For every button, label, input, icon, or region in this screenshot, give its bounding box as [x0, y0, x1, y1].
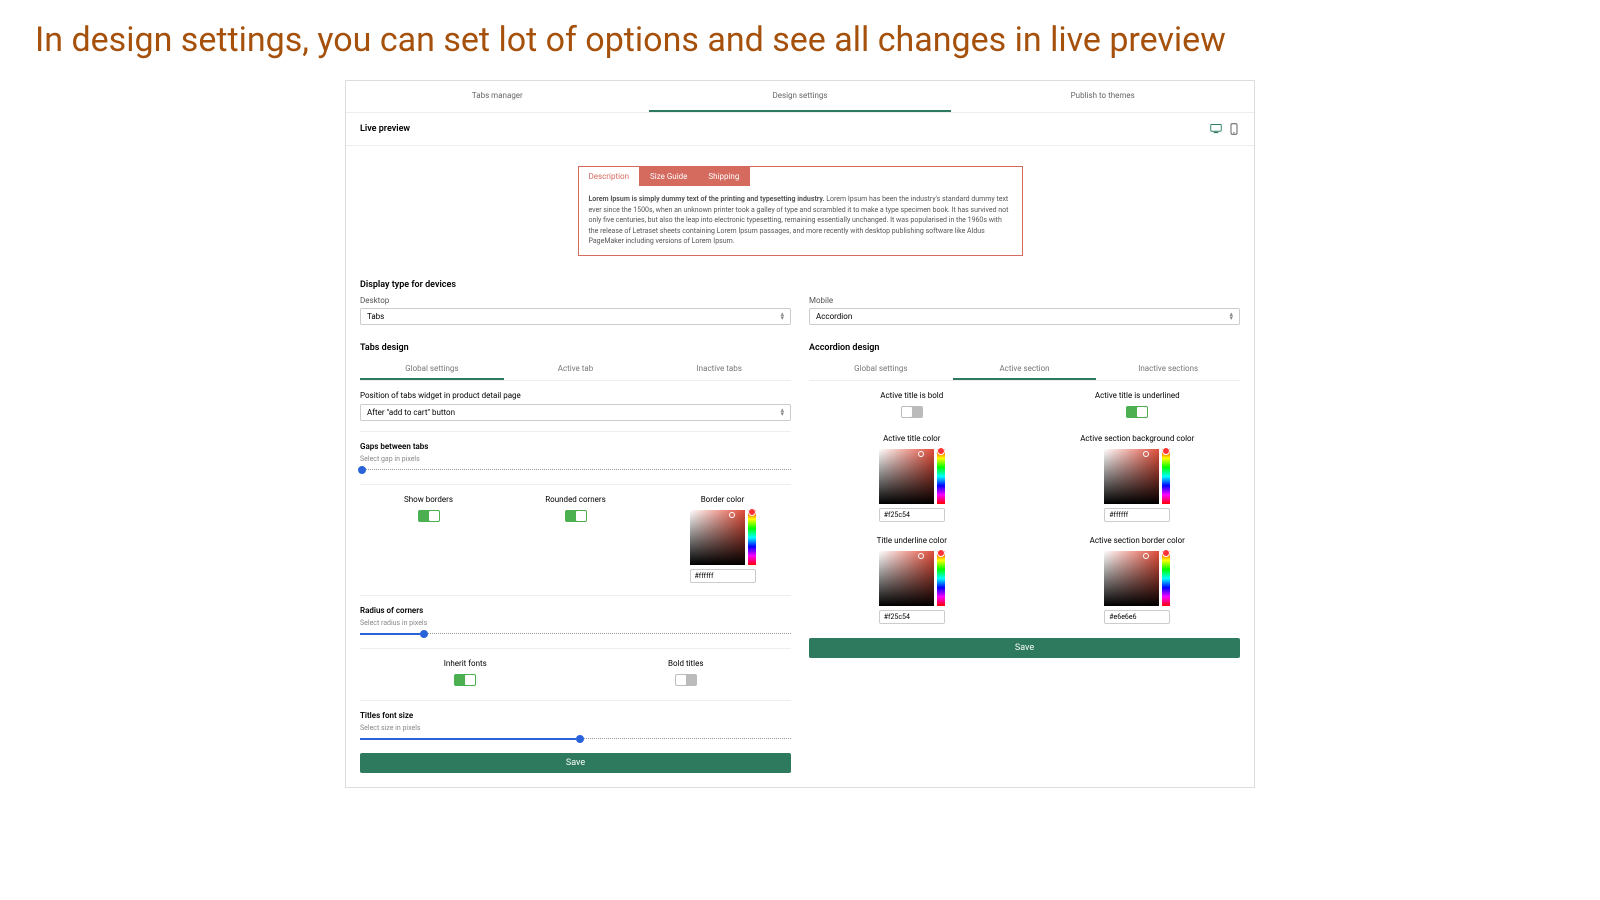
tab-design-settings[interactable]: Design settings — [649, 81, 952, 112]
position-label: Position of tabs widget in product detai… — [360, 391, 791, 400]
radius-slider[interactable] — [360, 633, 791, 634]
slider-thumb[interactable] — [420, 630, 428, 638]
font-size-slider-label: Select size in pixels — [360, 724, 791, 732]
inherit-fonts-label: Inherit fonts — [379, 659, 551, 668]
subtab-active-tab[interactable]: Active tab — [504, 359, 648, 380]
preview-content: Lorem Ipsum is simply dummy text of the … — [579, 186, 1022, 255]
gaps-slider-label: Select gap in pixels — [360, 455, 791, 463]
subtab-acc-inactive[interactable]: Inactive sections — [1096, 359, 1240, 380]
slider-thumb[interactable] — [576, 735, 584, 743]
gaps-slider[interactable] — [360, 469, 791, 470]
display-type-section: Display type for devices Desktop Tabs ▴▾… — [346, 268, 1254, 337]
underline-color-label: Title underline color — [809, 536, 1015, 545]
radius-title: Radius of corners — [360, 606, 791, 615]
font-size-title: Titles font size — [360, 711, 791, 720]
tabs-design-panel: Tabs design Global settings Active tab I… — [360, 337, 791, 773]
active-bg-label: Active section background color — [1035, 434, 1241, 443]
position-select[interactable]: After "add to cart" button ▴▾ — [360, 404, 791, 421]
preview-tab-shipping[interactable]: Shipping — [698, 167, 750, 186]
accordion-design-panel: Accordion design Global settings Active … — [809, 337, 1240, 773]
display-type-title: Display type for devices — [360, 280, 1240, 290]
show-borders-label: Show borders — [360, 495, 497, 504]
preview-box: Description Size Guide Shipping Lorem Ip… — [578, 166, 1023, 256]
live-preview-title: Live preview — [360, 124, 410, 134]
position-value: After "add to cart" button — [367, 408, 455, 417]
desktop-label: Desktop — [360, 296, 791, 305]
tabs-design-title: Tabs design — [360, 337, 791, 359]
slider-thumb[interactable] — [358, 466, 366, 474]
underline-color-input[interactable] — [879, 610, 945, 624]
app-panel: Tabs manager Design settings Publish to … — [345, 80, 1255, 788]
preview-tab-description[interactable]: Description — [579, 167, 641, 186]
preview-area: Description Size Guide Shipping Lorem Ip… — [346, 146, 1254, 268]
updown-icon: ▴▾ — [780, 312, 784, 320]
underline-color-picker[interactable] — [879, 551, 945, 624]
rounded-corners-label: Rounded corners — [507, 495, 644, 504]
active-title-color-label: Active title color — [809, 434, 1015, 443]
active-title-color-picker[interactable] — [879, 449, 945, 522]
tab-tabs-manager[interactable]: Tabs manager — [346, 81, 649, 112]
top-tabs: Tabs manager Design settings Publish to … — [346, 81, 1254, 113]
inherit-fonts-toggle[interactable] — [454, 674, 476, 686]
active-underlined-toggle[interactable] — [1126, 406, 1148, 418]
updown-icon: ▴▾ — [780, 408, 784, 416]
rounded-corners-toggle[interactable] — [565, 510, 587, 522]
save-button-right[interactable]: Save — [809, 638, 1240, 658]
desktop-select[interactable]: Tabs ▴▾ — [360, 308, 791, 325]
active-bg-picker[interactable] — [1104, 449, 1170, 522]
active-bg-input[interactable] — [1104, 508, 1170, 522]
subtab-acc-active[interactable]: Active section — [953, 359, 1097, 380]
desktop-select-value: Tabs — [367, 312, 384, 321]
font-size-slider[interactable] — [360, 738, 791, 739]
radius-slider-label: Select radius in pixels — [360, 619, 791, 627]
mobile-label: Mobile — [809, 296, 1240, 305]
tab-publish[interactable]: Publish to themes — [951, 81, 1254, 112]
active-underlined-label: Active title is underlined — [1035, 391, 1241, 400]
page-headline: In design settings, you can set lot of o… — [0, 0, 1600, 80]
save-button-left[interactable]: Save — [360, 753, 791, 773]
show-borders-toggle[interactable] — [418, 510, 440, 522]
subtab-acc-global[interactable]: Global settings — [809, 359, 953, 380]
updown-icon: ▴▾ — [1229, 312, 1233, 320]
mobile-select-value: Accordion — [816, 312, 852, 321]
active-bold-label: Active title is bold — [809, 391, 1015, 400]
active-bold-toggle[interactable] — [901, 406, 923, 418]
border-color-picker[interactable] — [690, 510, 756, 583]
bold-titles-label: Bold titles — [600, 659, 772, 668]
bold-titles-toggle[interactable] — [675, 674, 697, 686]
section-border-color-input[interactable] — [1104, 610, 1170, 624]
live-preview-header: Live preview — [346, 113, 1254, 146]
active-title-color-input[interactable] — [879, 508, 945, 522]
mobile-select[interactable]: Accordion ▴▾ — [809, 308, 1240, 325]
subtab-inactive-tabs[interactable]: Inactive tabs — [647, 359, 791, 380]
subtab-global-settings[interactable]: Global settings — [360, 359, 504, 380]
preview-bold: Lorem Ipsum is simply dummy text of the … — [589, 195, 825, 203]
border-color-input[interactable] — [690, 569, 756, 583]
mobile-icon[interactable] — [1228, 123, 1240, 135]
desktop-icon[interactable] — [1210, 123, 1222, 135]
preview-tab-size-guide[interactable]: Size Guide — [640, 167, 698, 186]
section-border-color-label: Active section border color — [1035, 536, 1241, 545]
section-border-color-picker[interactable] — [1104, 551, 1170, 624]
accordion-design-title: Accordion design — [809, 337, 1240, 359]
gaps-title: Gaps between tabs — [360, 442, 791, 451]
border-color-label: Border color — [654, 495, 791, 504]
